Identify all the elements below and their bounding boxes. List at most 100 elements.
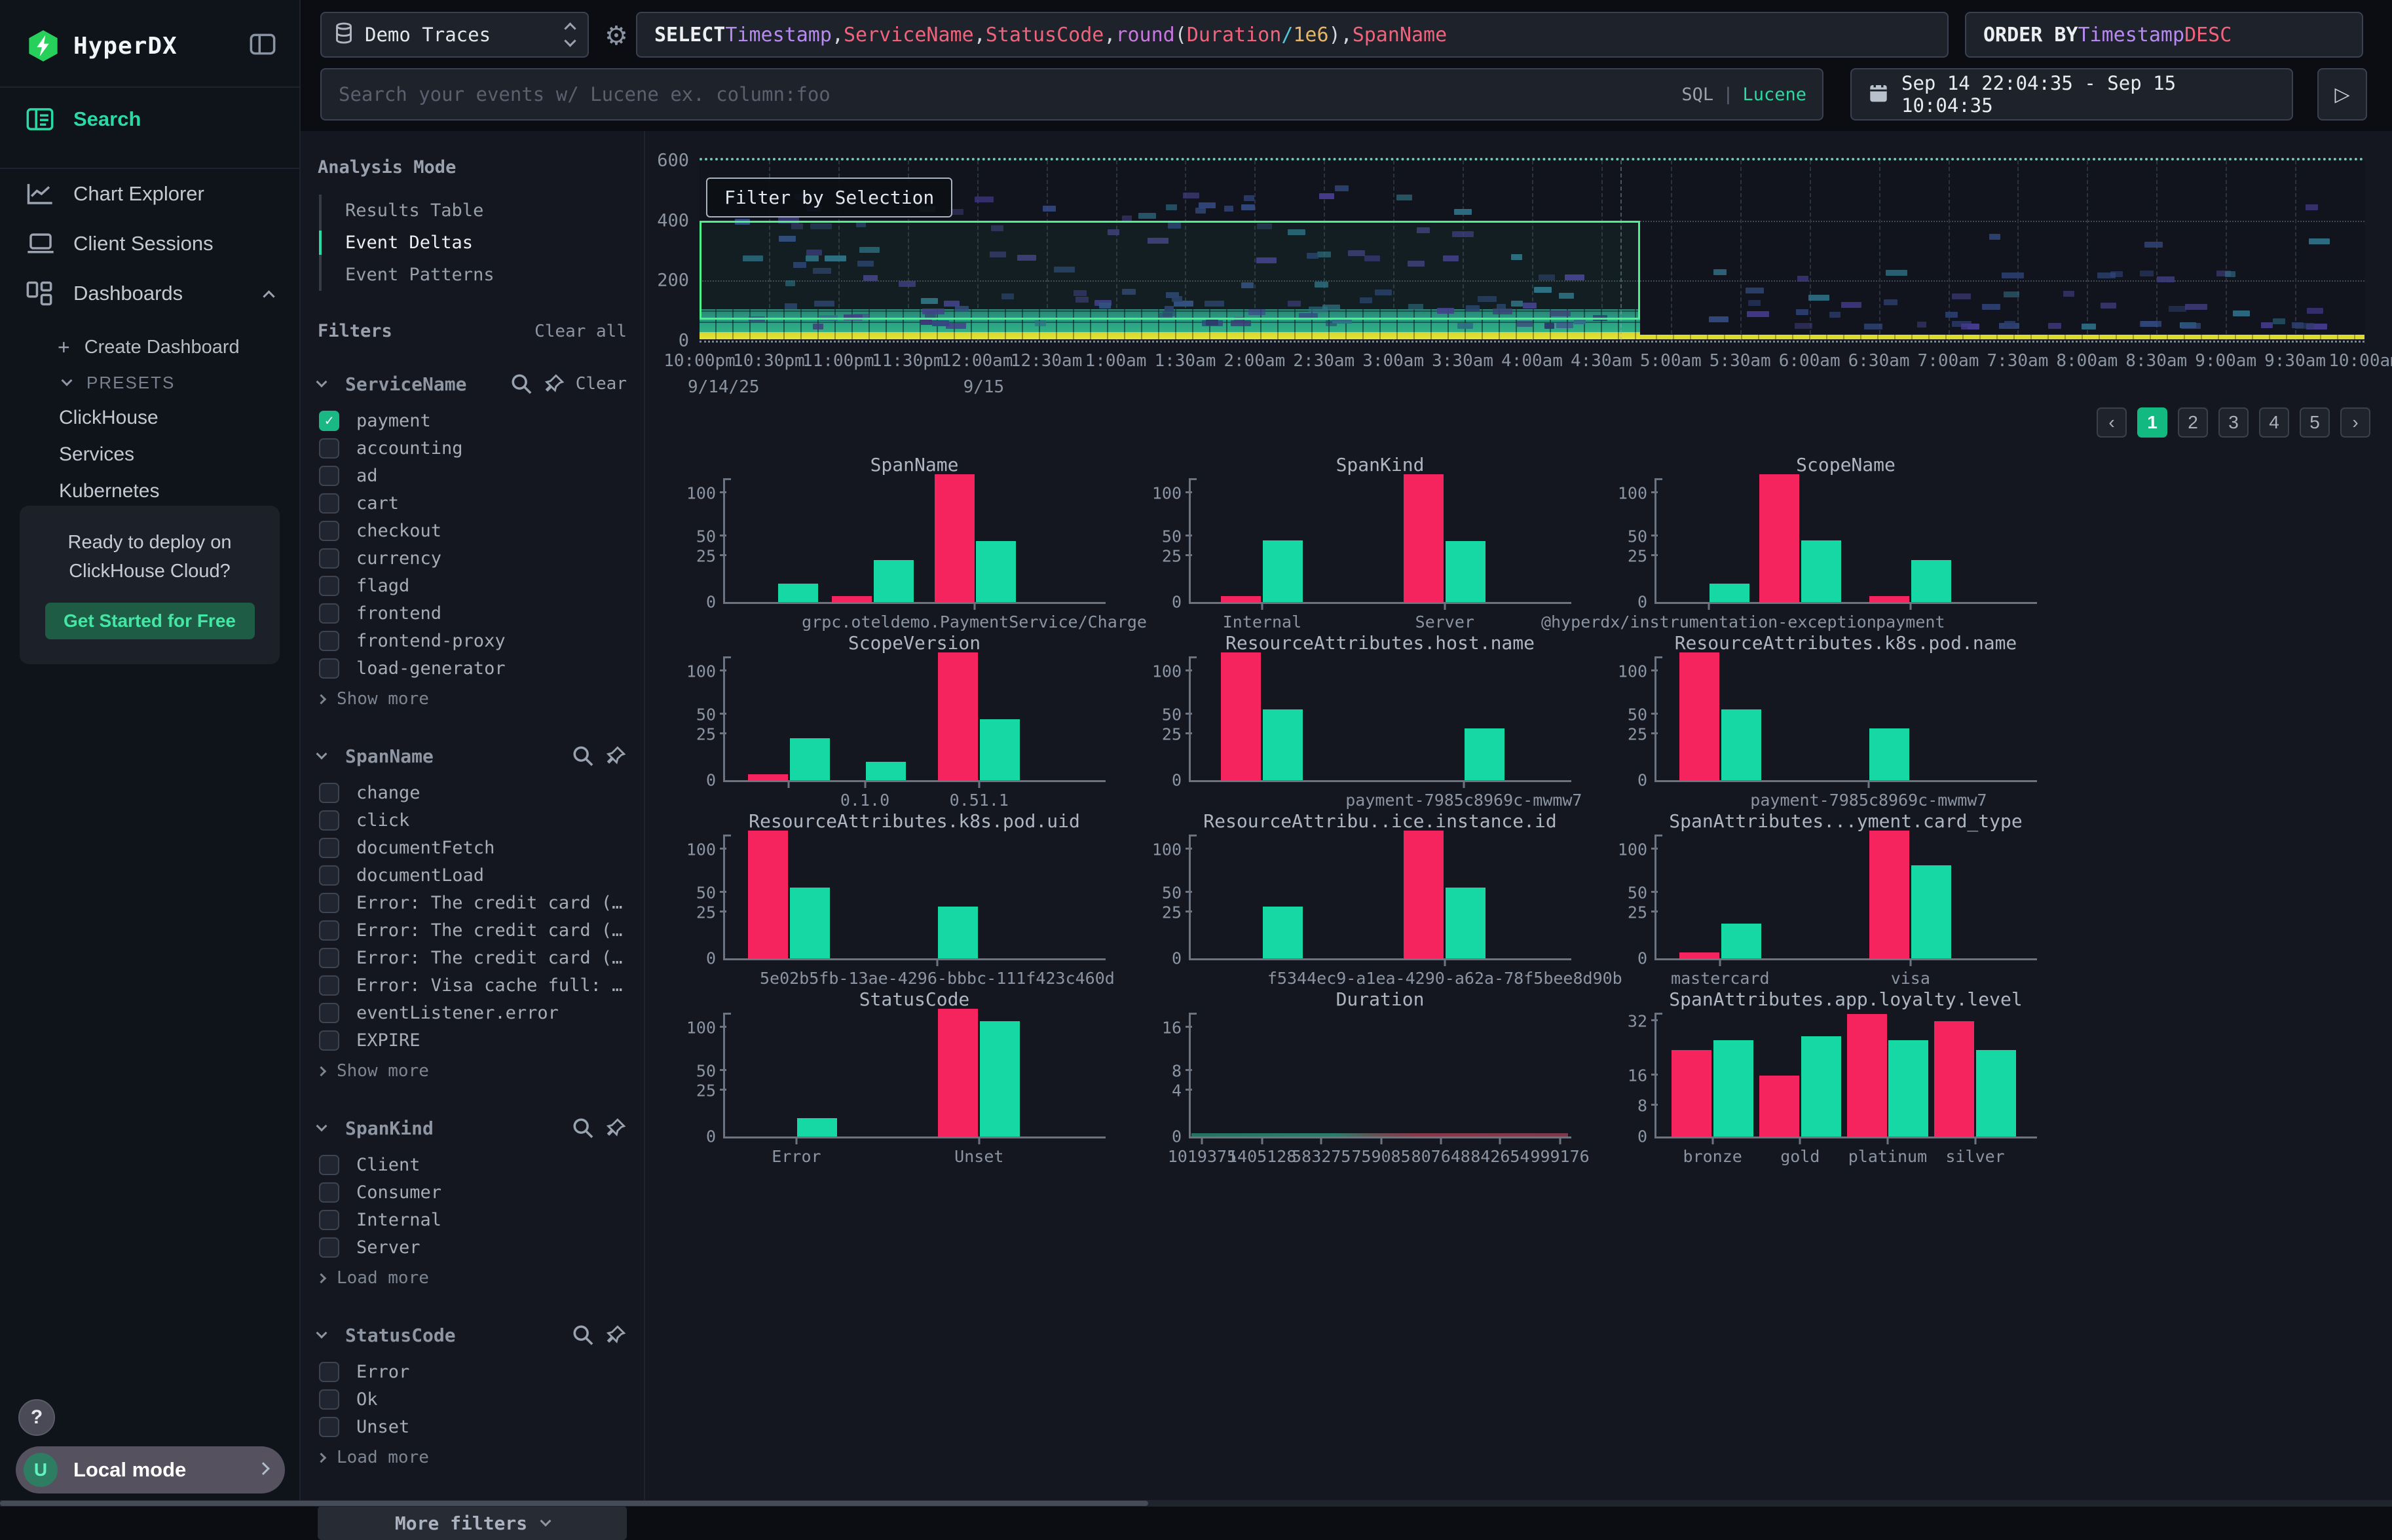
mode-event-patterns[interactable]: Event Patterns xyxy=(322,259,627,291)
checkbox[interactable] xyxy=(319,438,339,459)
show-more-button[interactable]: Load more xyxy=(318,1443,627,1472)
checkbox[interactable] xyxy=(319,1030,339,1051)
checkbox[interactable] xyxy=(319,893,339,913)
filter-checkbox-item[interactable]: documentFetch xyxy=(318,834,627,861)
sidebar-collapse-icon[interactable] xyxy=(250,33,276,58)
chart-plot[interactable]: 02550100ErrorUnset xyxy=(723,1013,1106,1138)
prev-page-button[interactable]: ‹ xyxy=(2097,407,2127,438)
filter-checkbox-item[interactable]: Ok xyxy=(318,1385,627,1413)
checkbox[interactable] xyxy=(319,493,339,514)
filter-checkbox-item[interactable]: load-generator xyxy=(318,654,627,682)
checkbox[interactable] xyxy=(319,1210,339,1230)
sidebar-item-dashboards[interactable]: Dashboards xyxy=(0,269,299,318)
checkbox[interactable] xyxy=(319,920,339,941)
pin-icon[interactable] xyxy=(605,1117,627,1139)
filter-checkbox-item[interactable]: flagd xyxy=(318,572,627,599)
checkbox[interactable] xyxy=(319,1003,339,1023)
horizontal-scrollbar[interactable] xyxy=(0,1500,2392,1507)
filter-checkbox-item[interactable]: documentLoad xyxy=(318,861,627,889)
page-button-3[interactable]: 3 xyxy=(2218,407,2249,438)
filter-checkbox-item[interactable]: Error: The credit card (… xyxy=(318,916,627,944)
filter-group-header[interactable]: SpanKind xyxy=(318,1117,627,1139)
checkbox[interactable] xyxy=(319,1417,339,1437)
filter-checkbox-item[interactable]: Client xyxy=(318,1151,627,1178)
chart-plot[interactable]: 081632bronzegoldplatinumsilver xyxy=(1654,1013,2037,1138)
filter-checkbox-item[interactable]: Error: The credit card (… xyxy=(318,944,627,971)
filter-group-header[interactable]: ServiceName Clear xyxy=(318,373,627,395)
chart-plot[interactable]: 02550100grpc.oteldemo.PaymentService/Cha… xyxy=(723,478,1106,604)
filter-checkbox-item[interactable]: checkout xyxy=(318,517,627,544)
search-icon[interactable] xyxy=(572,1117,594,1139)
filter-checkbox-item[interactable]: currency xyxy=(318,544,627,572)
filter-by-selection-button[interactable]: Filter by Selection xyxy=(706,178,952,217)
checkbox[interactable] xyxy=(319,466,339,486)
more-filters-button[interactable]: More filters xyxy=(318,1506,627,1540)
checkbox[interactable] xyxy=(319,948,339,968)
chart-plot[interactable]: 02550100payment-7985c8969c-mwmw7 xyxy=(1654,656,2037,782)
create-dashboard-button[interactable]: + Create Dashboard xyxy=(0,329,299,366)
sidebar-item-client-sessions[interactable]: Client Sessions xyxy=(0,219,299,269)
filter-checkbox-item[interactable]: Internal xyxy=(318,1206,627,1233)
filter-checkbox-item[interactable]: ad xyxy=(318,462,627,489)
pin-icon[interactable] xyxy=(605,1324,627,1346)
checkbox[interactable] xyxy=(319,1362,339,1382)
checkbox[interactable] xyxy=(319,603,339,624)
page-button-4[interactable]: 4 xyxy=(2259,407,2289,438)
filter-checkbox-item[interactable]: accounting xyxy=(318,434,627,462)
select-query-input[interactable]: SELECT Timestamp, ServiceName, StatusCod… xyxy=(636,12,1949,58)
source-select[interactable]: Demo Traces xyxy=(320,12,589,58)
gear-icon[interactable]: ⚙ xyxy=(605,21,628,51)
filter-checkbox-item[interactable]: Unset xyxy=(318,1413,627,1440)
help-button[interactable]: ? xyxy=(18,1399,55,1436)
chart-plot[interactable]: 0481610193751405128583275759085807648842… xyxy=(1189,1013,1571,1138)
checkbox[interactable] xyxy=(319,865,339,886)
chart-plot[interactable]: 025501005e02b5fb-13ae-4296-bbbc-111f423c… xyxy=(723,835,1106,960)
pin-icon[interactable] xyxy=(605,745,627,767)
filter-checkbox-item[interactable]: Error: Visa cache full: … xyxy=(318,971,627,999)
checkbox[interactable] xyxy=(319,631,339,651)
order-by-input[interactable]: ORDER BY Timestamp DESC xyxy=(1965,12,2363,58)
checkbox[interactable] xyxy=(319,1237,339,1258)
lucene-mode-button[interactable]: Lucene xyxy=(1742,85,1806,105)
filter-checkbox-item[interactable]: eventListener.error xyxy=(318,999,627,1026)
presets-toggle[interactable]: PRESETS xyxy=(0,366,299,400)
checkbox[interactable] xyxy=(319,576,339,596)
sidebar-item-search[interactable]: Search xyxy=(0,94,299,144)
checkbox[interactable] xyxy=(319,658,339,679)
chart-plot[interactable]: 02550100mastercardvisa xyxy=(1654,835,2037,960)
pin-icon[interactable] xyxy=(543,373,565,395)
checkbox[interactable] xyxy=(319,521,339,541)
checkbox[interactable] xyxy=(319,975,339,996)
page-button-1[interactable]: 1 xyxy=(2137,407,2167,438)
show-more-button[interactable]: Load more xyxy=(318,1264,627,1292)
preset-kubernetes[interactable]: Kubernetes xyxy=(0,473,299,510)
sql-mode-button[interactable]: SQL xyxy=(1681,85,1713,105)
mode-results-table[interactable]: Results Table xyxy=(322,195,627,227)
filter-group-header[interactable]: StatusCode xyxy=(318,1324,627,1346)
filter-checkbox-item[interactable]: EXPIRE xyxy=(318,1026,627,1054)
filter-group-header[interactable]: SpanName xyxy=(318,745,627,767)
checkbox[interactable]: ✓ xyxy=(319,411,339,431)
filter-checkbox-item[interactable]: Error xyxy=(318,1358,627,1385)
filter-checkbox-item[interactable]: frontend-proxy xyxy=(318,627,627,654)
chart-plot[interactable]: 02550100payment-7985c8969c-mwmw7 xyxy=(1189,656,1571,782)
next-page-button[interactable]: › xyxy=(2340,407,2370,438)
filter-checkbox-item[interactable]: change xyxy=(318,779,627,806)
search-icon[interactable] xyxy=(510,373,533,395)
chart-plot[interactable]: 025501000.1.00.51.1 xyxy=(723,656,1106,782)
checkbox[interactable] xyxy=(319,838,339,858)
clear-group-button[interactable]: Clear xyxy=(576,374,627,394)
get-started-button[interactable]: Get Started for Free xyxy=(45,603,255,639)
preset-services[interactable]: Services xyxy=(0,436,299,473)
run-query-button[interactable]: ▷ xyxy=(2317,68,2367,121)
time-range-picker[interactable]: Sep 14 22:04:35 - Sep 15 10:04:35 xyxy=(1850,68,2293,121)
show-more-button[interactable]: Show more xyxy=(318,1057,627,1085)
checkbox[interactable] xyxy=(319,810,339,831)
local-mode-button[interactable]: U Local mode xyxy=(16,1446,285,1493)
preset-clickhouse[interactable]: ClickHouse xyxy=(0,400,299,436)
search-input[interactable] xyxy=(322,69,1822,119)
checkbox[interactable] xyxy=(319,783,339,803)
heatmap-plot[interactable]: Filter by Selection 6004002000 10:00pm10… xyxy=(700,160,2364,343)
filter-checkbox-item[interactable]: Consumer xyxy=(318,1178,627,1206)
search-icon[interactable] xyxy=(572,1324,594,1346)
